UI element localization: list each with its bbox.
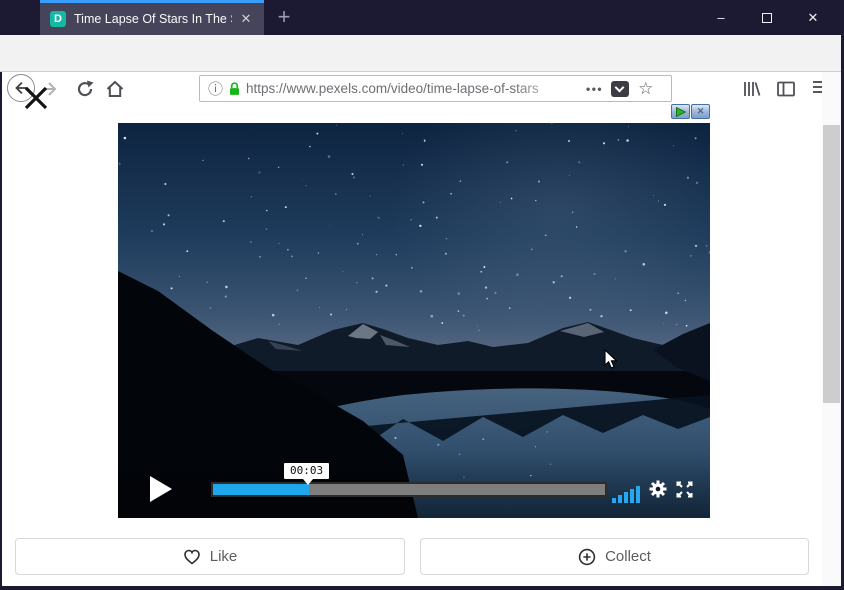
browser-window: D Time Lapse Of Stars In The Sky ✕ + – ✕: [0, 0, 844, 590]
lightbox-close-button[interactable]: [22, 84, 50, 112]
titlebar[interactable]: D Time Lapse Of Stars In The Sky ✕ + – ✕: [0, 0, 844, 35]
video-play-button[interactable]: [150, 476, 172, 502]
ad-play-icon: [674, 106, 687, 118]
sidebar-toggle-icon[interactable]: [776, 79, 796, 99]
maximize-button[interactable]: [744, 0, 790, 35]
ad-close-button[interactable]: ✕: [691, 104, 710, 119]
video-player[interactable]: 00:03: [118, 123, 710, 518]
tab-title: Time Lapse Of Stars In The Sky: [74, 12, 232, 26]
close-window-button[interactable]: ✕: [790, 0, 836, 35]
like-label: Like: [210, 548, 238, 565]
page-actions-icon[interactable]: •••: [586, 82, 603, 96]
mouse-cursor: [604, 349, 619, 370]
heart-icon: [183, 549, 201, 565]
minimize-button[interactable]: –: [698, 0, 744, 35]
like-button[interactable]: Like: [15, 538, 405, 575]
video-volume-icon[interactable]: [612, 486, 640, 503]
video-progress-bar[interactable]: [211, 482, 607, 497]
favicon-pexels: D: [50, 11, 66, 27]
reload-button[interactable]: [75, 79, 95, 99]
page-info-icon[interactable]: ⓘ: [208, 78, 223, 99]
tab-time-lapse[interactable]: D Time Lapse Of Stars In The Sky ✕: [40, 0, 264, 35]
maximize-icon: [762, 13, 772, 23]
video-time-tooltip-pointer: [303, 479, 313, 485]
pocket-chevron-icon: [615, 82, 625, 92]
collect-button[interactable]: Collect: [420, 538, 809, 575]
scrollbar-thumb[interactable]: [823, 125, 840, 403]
ad-control-badge: ✕: [671, 104, 710, 119]
bookmark-star-icon[interactable]: ☆: [638, 80, 653, 97]
url-display[interactable]: https://www.pexels.com/video/time-lapse-…: [246, 80, 584, 98]
window-border-left: [0, 72, 2, 590]
navigation-toolbar: ⓘ https://www.pexels.com/video/time-laps…: [0, 35, 844, 72]
window-border-bottom: [0, 586, 844, 590]
video-time-tooltip: 00:03: [284, 463, 329, 479]
ad-play-button[interactable]: [671, 104, 690, 119]
page-scrollbar[interactable]: [822, 72, 841, 586]
plus-circle-icon: [578, 548, 596, 566]
collect-label: Collect: [605, 548, 651, 565]
new-tab-button[interactable]: +: [270, 3, 298, 31]
tab-close-icon[interactable]: ✕: [236, 11, 256, 27]
video-fullscreen-icon[interactable]: [676, 481, 693, 498]
address-bar[interactable]: ⓘ https://www.pexels.com/video/time-laps…: [199, 75, 672, 102]
https-lock-icon[interactable]: [227, 81, 242, 97]
video-settings-gear-icon[interactable]: [648, 479, 668, 499]
video-progress-fill: [213, 484, 309, 495]
home-button[interactable]: [105, 79, 125, 99]
library-icon[interactable]: [742, 79, 762, 99]
pocket-icon[interactable]: [611, 81, 629, 97]
